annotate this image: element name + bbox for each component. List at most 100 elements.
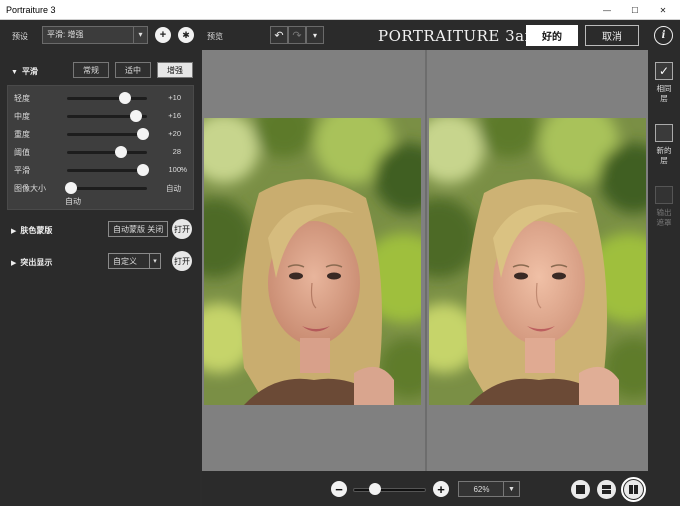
slider-track[interactable]	[67, 133, 147, 136]
mode-medium-button[interactable]: 适中	[115, 62, 151, 78]
output-mask-label: 输出 遮罩	[651, 208, 677, 228]
zoom-value: 62%	[473, 485, 490, 494]
slider-row-medium: 中度 +16	[8, 109, 195, 123]
slider-row-fine: 轻度 +10	[8, 91, 195, 105]
label-line: 输出	[656, 208, 672, 217]
slider-value: 28	[172, 147, 181, 156]
info-button[interactable]: i	[654, 26, 673, 45]
window-title: Portraiture 3	[6, 5, 56, 15]
preset-value: 平滑: 增强	[47, 30, 84, 39]
brand-logo: PORTRAITURE 3ai	[378, 27, 530, 45]
enhancements-open-button[interactable]: 打开	[172, 251, 192, 271]
enhancements-header[interactable]: ▶ 突出显示	[11, 257, 52, 268]
label-line: 层	[660, 156, 668, 165]
zoom-select[interactable]: 62% ▼	[458, 481, 520, 497]
split-divider[interactable]	[425, 50, 427, 471]
slider-label: 平滑	[14, 166, 30, 175]
slider-label: 重度	[14, 130, 30, 139]
smoothing-header[interactable]: ▼ 平滑	[11, 66, 38, 77]
maximize-button[interactable]: ☐	[620, 0, 650, 20]
skin-mask-open-button[interactable]: 打开	[172, 219, 192, 239]
chevron-down-icon: ▾	[312, 30, 317, 40]
label-line: 遮罩	[656, 218, 672, 227]
single-view-button[interactable]	[571, 480, 590, 499]
split-vertical-button[interactable]	[621, 477, 646, 502]
slider-value: +16	[168, 111, 181, 120]
cancel-button[interactable]: 取消	[585, 25, 639, 46]
ok-button[interactable]: 好的	[526, 25, 578, 46]
plus-icon: +	[159, 29, 167, 41]
minimize-button[interactable]: —	[592, 0, 622, 20]
new-layer-label: 新的层	[651, 146, 677, 166]
slider-row-threshold: 阈值 28	[8, 145, 195, 159]
mode-strong-button[interactable]: 增强	[157, 62, 193, 78]
title-bar: Portraiture 3 — ☐ ✕	[0, 0, 680, 20]
enhancements-title: 突出显示	[20, 258, 53, 267]
slider-track[interactable]	[67, 97, 147, 100]
slider-row-image-size: 图像大小 自动	[8, 181, 195, 195]
smoothing-sliders: 轻度 +10 中度 +16 重度 +20 阈值 28 平滑 100 % 图像大小…	[7, 85, 194, 210]
slider-value: +20	[168, 129, 181, 138]
output-mask-checkbox[interactable]	[655, 186, 673, 204]
label-line: 新的	[656, 146, 672, 155]
smoothing-title: 平滑	[21, 67, 38, 76]
split-horizontal-button[interactable]	[597, 480, 616, 499]
slider-thumb[interactable]	[129, 110, 142, 122]
after-photo	[429, 118, 646, 405]
slider-thumb[interactable]	[118, 92, 131, 104]
label-line: 层	[660, 94, 668, 103]
slider-label: 中度	[14, 112, 30, 121]
auto-mask-button[interactable]: 自动蒙版 关闭	[108, 221, 169, 237]
slider-track[interactable]	[67, 169, 147, 172]
settings-button[interactable]: ✱	[178, 27, 194, 43]
preview-label: 预览	[207, 32, 223, 41]
undo-button[interactable]: ↶	[270, 26, 288, 44]
slider-label: 图像大小	[14, 184, 46, 193]
gear-icon: ✱	[182, 29, 190, 40]
triangle-right-icon: ▶	[11, 228, 17, 235]
zoom-in-button[interactable]: +	[433, 481, 449, 497]
close-button[interactable]: ✕	[648, 0, 678, 20]
zoom-slider-thumb[interactable]	[368, 483, 381, 495]
slider-track[interactable]	[67, 187, 147, 190]
close-icon: ✕	[659, 5, 667, 15]
label-line: 相同	[656, 84, 672, 93]
skin-mask-title: 肤色蒙版	[20, 226, 53, 235]
chevron-down-icon: ▾	[149, 254, 160, 268]
slider-label: 轻度	[14, 94, 30, 103]
chevron-down-icon: ▾	[133, 27, 147, 43]
slider-value: 自动	[166, 184, 181, 193]
preset-select[interactable]: 平滑: 增强 ▾	[42, 26, 148, 44]
skin-mask-header[interactable]: ▶ 肤色蒙版	[11, 225, 52, 236]
minus-icon: −	[335, 481, 343, 497]
triangle-down-icon: ▼	[503, 482, 519, 496]
slider-value: 100	[168, 165, 181, 174]
slider-value: +10	[168, 93, 181, 102]
maximize-icon: ☐	[631, 5, 639, 15]
split-vertical-icon	[629, 485, 638, 494]
preset-label: 预设	[12, 32, 28, 41]
history-menu-button[interactable]: ▾	[306, 26, 324, 44]
slider-thumb[interactable]	[65, 182, 77, 194]
before-photo	[204, 118, 421, 405]
zoom-out-button[interactable]: −	[331, 481, 347, 497]
add-preset-button[interactable]: +	[155, 27, 171, 43]
split-horizontal-icon	[602, 485, 611, 494]
mode-normal-button[interactable]: 常规	[73, 62, 109, 78]
info-icon: i	[661, 30, 666, 41]
slider-track[interactable]	[67, 151, 147, 154]
slider-row-smooth: 平滑 100 %	[8, 163, 195, 177]
image-size-sub-label: 自动	[65, 197, 81, 206]
same-layer-checkbox[interactable]: ✓	[655, 62, 673, 80]
new-layer-checkbox[interactable]	[655, 124, 673, 142]
redo-button[interactable]: ↷	[288, 26, 306, 44]
zoom-slider-track[interactable]	[353, 488, 426, 492]
slider-thumb[interactable]	[115, 146, 128, 158]
triangle-right-icon: ▶	[11, 260, 17, 267]
enhancements-select[interactable]: 自定义 ▾	[108, 253, 161, 269]
slider-label: 阈值	[14, 148, 30, 157]
output-panel	[648, 50, 680, 506]
slider-thumb[interactable]	[137, 128, 149, 140]
slider-unit: %	[180, 165, 187, 174]
slider-thumb[interactable]	[137, 164, 149, 176]
